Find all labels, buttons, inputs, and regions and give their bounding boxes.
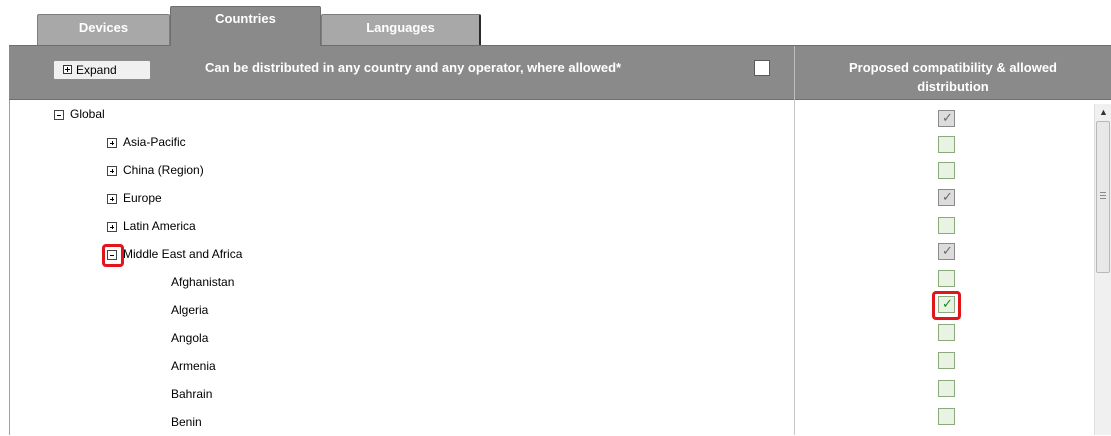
tree-row-label: Afghanistan [171,275,235,289]
tree-row: Bahrain [9,380,955,408]
tree-row: Algeria ✓ [9,291,961,324]
tab-bar: Devices Countries Languages [0,0,1111,46]
distribution-checkbox[interactable] [938,270,955,287]
grip-icon [1100,192,1106,199]
tree-row-label: Benin [171,415,202,429]
tree-row-label: Bahrain [171,387,213,401]
expand-node-icon[interactable] [107,194,117,204]
expand-node-icon[interactable] [107,166,117,176]
vertical-scrollbar[interactable]: ▲ [1094,104,1111,435]
tab-devices-label: Devices [78,20,129,35]
tree-row-label: Europe [123,191,162,205]
highlight-box [102,244,124,267]
tree-row-label: China (Region) [123,163,204,177]
distribution-checkbox[interactable]: ✓ [938,243,955,260]
distribution-checkbox[interactable] [938,324,955,341]
compatibility-column-header: Proposed compatibility & allowed distrib… [803,58,1103,96]
tree-row: Global ✓ [9,100,955,128]
tree-row: Afghanistan [9,268,955,296]
tree-row: Benin [9,408,955,436]
scrollbar-thumb[interactable] [1096,121,1110,273]
tab-countries-label: Countries [215,11,276,26]
tree-row: Angola [9,324,955,352]
table-header: Expand Can be distributed in any country… [9,45,1111,101]
plus-icon [63,65,72,74]
checkmark-icon: ✓ [942,244,953,259]
column-divider [794,100,795,435]
distribution-checkbox[interactable] [938,136,955,153]
country-tree: Global ✓ Asia-Pacific China (Region) Europe ✓… [9,100,1111,435]
tree-row: Armenia [9,352,955,380]
tab-languages[interactable]: Languages [321,14,481,45]
tree-row: Middle East and Africa ✓ [9,240,955,268]
distribute-anywhere-checkbox[interactable] [754,60,770,76]
distribution-checkbox[interactable] [938,380,955,397]
distribution-checkbox[interactable] [938,408,955,425]
scroll-up-arrow-icon[interactable]: ▲ [1095,104,1111,121]
checkmark-icon: ✓ [942,111,953,126]
tree-row: Europe ✓ [9,184,955,212]
tree-row: Asia-Pacific [9,128,955,156]
tree-row-label: Asia-Pacific [123,135,186,149]
column-header-line1: Proposed compatibility & allowed [848,60,1058,75]
tree-row-label: Middle East and Africa [123,247,243,261]
tree-row-label: Algeria [171,303,209,317]
tree-row-label: Global [70,107,105,121]
expand-button-label: Expand [76,63,117,77]
highlight-box [932,291,961,320]
distribution-checkbox[interactable] [938,352,955,369]
tree-row-label: Angola [171,331,209,345]
column-header-line2: distribution [917,79,989,94]
distribution-checkbox[interactable] [938,162,955,179]
expand-node-icon[interactable] [107,138,117,148]
collapse-node-icon[interactable] [54,110,64,120]
tab-devices[interactable]: Devices [37,14,170,45]
tree-row-label: Latin America [123,219,196,233]
distribution-label: Can be distributed in any country and an… [205,60,622,75]
checkmark-icon: ✓ [942,190,953,205]
tab-countries[interactable]: Countries [170,6,321,46]
distribution-checkbox[interactable]: ✓ [938,189,955,206]
tree-row-label: Armenia [171,359,216,373]
tree-row: Latin America [9,212,955,240]
distribution-checkbox[interactable] [938,217,955,234]
tree-row: China (Region) [9,156,955,184]
distribution-checkbox[interactable]: ✓ [938,110,955,127]
expand-button[interactable]: Expand [53,60,151,80]
tab-languages-label: Languages [366,20,435,35]
expand-node-icon[interactable] [107,222,117,232]
column-divider [794,46,795,101]
